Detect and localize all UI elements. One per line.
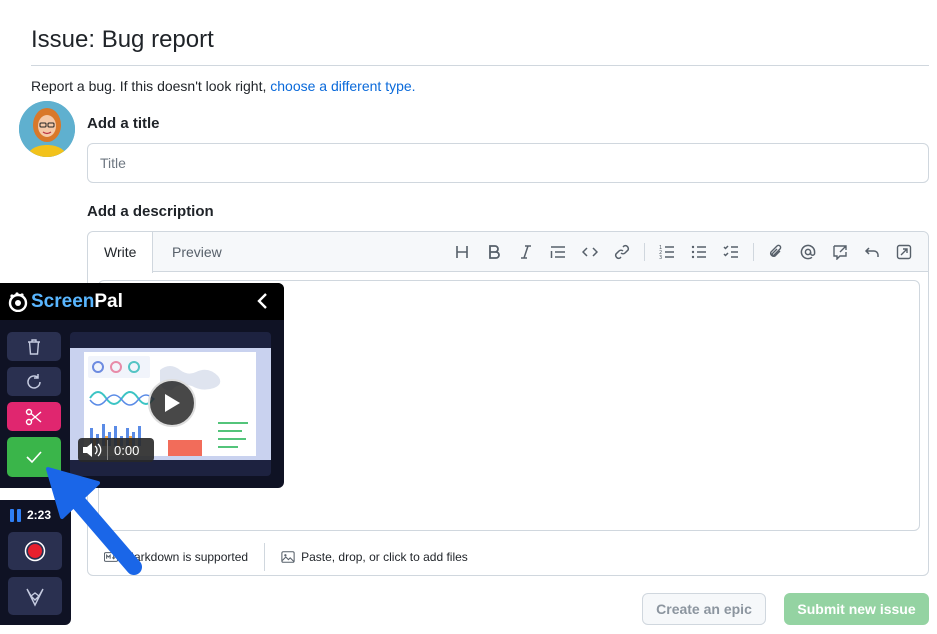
fullscreen-icon[interactable] [888, 240, 920, 264]
pen-tool-icon [26, 588, 44, 607]
code-icon[interactable] [574, 240, 606, 264]
reference-icon[interactable] [824, 240, 856, 264]
submit-issue-button[interactable]: Submit new issue [784, 593, 929, 625]
svg-text:3: 3 [659, 255, 662, 260]
task-list-icon[interactable] [715, 240, 747, 264]
annotation-arrow [46, 467, 142, 575]
brand-prefix: Screen [31, 290, 95, 312]
mention-icon[interactable] [792, 240, 824, 264]
add-files-text: Paste, drop, or click to add files [301, 550, 468, 564]
create-epic-button[interactable]: Create an epic [642, 593, 766, 625]
title-label: Add a title [87, 115, 160, 132]
pause-icon[interactable] [10, 508, 21, 522]
toolbar-divider [644, 243, 645, 261]
editor-footer: Markdown is supported Paste, drop, or cl… [88, 539, 928, 575]
play-button[interactable] [148, 379, 196, 427]
screenpal-logo-icon [8, 291, 28, 312]
attach-icon[interactable] [760, 240, 792, 264]
cut-button[interactable] [7, 402, 61, 431]
heading-icon[interactable] [446, 240, 478, 264]
markdown-toolbar: 123 [446, 240, 920, 264]
brand-suffix: Pal [94, 290, 123, 312]
tab-preview[interactable]: Preview [156, 232, 238, 272]
draw-tools-button[interactable] [8, 577, 62, 615]
bold-icon[interactable] [478, 240, 510, 264]
choose-type-link[interactable]: choose a different type. [270, 78, 415, 94]
ordered-list-icon[interactable]: 123 [651, 240, 683, 264]
delete-button[interactable] [7, 332, 61, 361]
image-icon [281, 551, 295, 563]
undo-icon[interactable] [856, 240, 888, 264]
trash-icon [28, 338, 40, 355]
restart-icon [27, 373, 41, 389]
restart-button[interactable] [7, 367, 61, 396]
avatar [19, 101, 75, 157]
chevron-left-icon[interactable] [254, 292, 272, 310]
title-input[interactable] [87, 143, 929, 183]
tab-write[interactable]: Write [88, 232, 154, 273]
unordered-list-icon[interactable] [683, 240, 715, 264]
screenpal-logo: Screen Pal [8, 291, 123, 313]
scissors-icon [25, 408, 42, 425]
page-title: Issue: Bug report [31, 26, 214, 53]
subtitle-text: Report a bug. If this doesn't look right… [31, 78, 271, 94]
screenpal-header: Screen Pal [0, 283, 284, 320]
title-divider [31, 65, 929, 66]
footer-divider [264, 543, 266, 571]
description-label: Add a description [87, 203, 214, 220]
toolbar-divider [753, 243, 754, 261]
italic-icon[interactable] [510, 240, 542, 264]
quote-icon[interactable] [542, 240, 574, 264]
add-files-button[interactable]: Paste, drop, or click to add files [281, 550, 468, 564]
play-icon [165, 394, 180, 412]
editor-header: Write Preview 123 [88, 232, 928, 273]
link-icon[interactable] [606, 240, 638, 264]
issue-type-subtitle: Report a bug. If this doesn't look right… [31, 78, 416, 94]
